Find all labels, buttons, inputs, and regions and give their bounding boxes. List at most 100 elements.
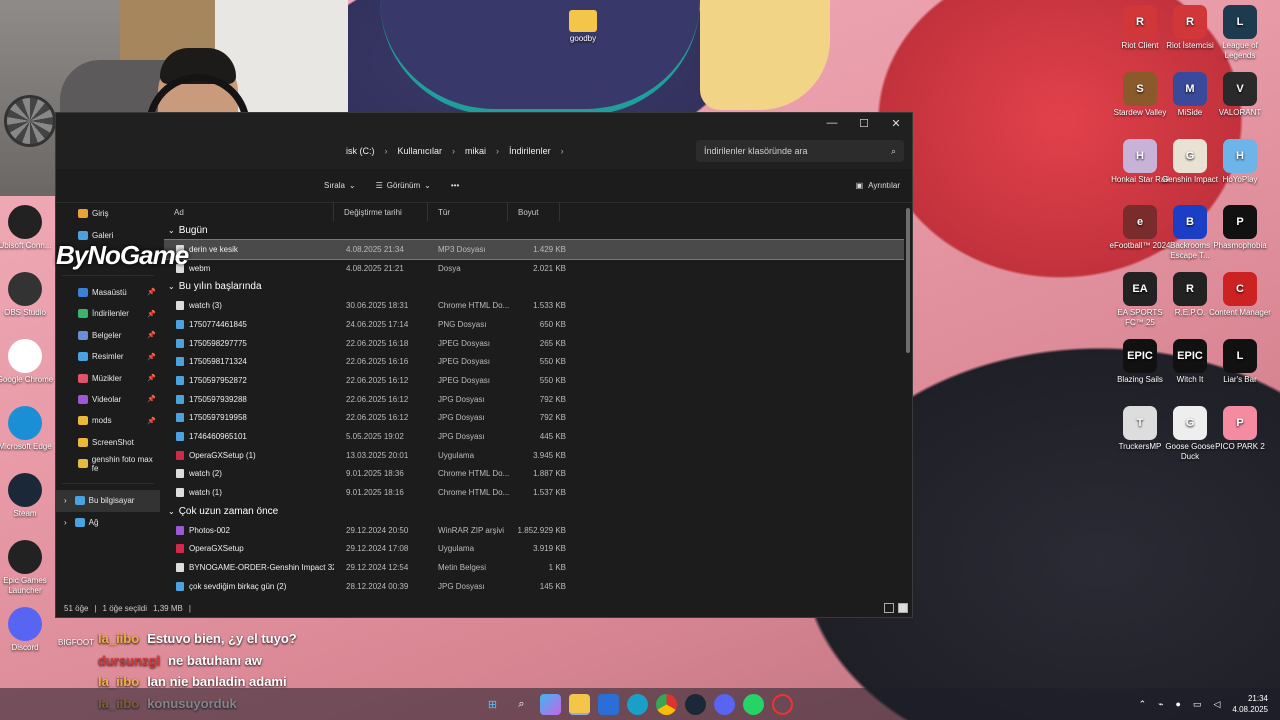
nav-item-i-ndirilenler[interactable]: İndirilenler 📌 (56, 303, 160, 324)
sort-button[interactable]: Sırala ⌄ (324, 181, 366, 190)
close-button[interactable]: ✕ (880, 117, 912, 130)
table-row[interactable]: 1750774461845 24.06.2025 17:14 PNG Dosyası… (164, 315, 904, 334)
folder-icon (78, 416, 88, 426)
file-date: 4.08.2025 21:21 (346, 263, 404, 273)
breadcrumb-drive[interactable]: isk (C:) (346, 146, 385, 156)
details-pane-button[interactable]: ▣ Ayrıntılar (856, 181, 900, 190)
nav-item-giri[interactable]: Giriş (56, 203, 160, 224)
table-row[interactable]: derin ve kesik 4.08.2025 21:34 MP3 Dosyası… (164, 239, 904, 260)
search-input[interactable]: İndirilenler klasöründe ara ⌕ (696, 140, 904, 162)
discord-icon[interactable] (714, 693, 735, 715)
desktop-icon-liar-s-bar[interactable]: L Liar's Bar (1209, 339, 1271, 385)
chevron-up-icon[interactable]: ⌃ (1139, 699, 1147, 710)
volume-icon[interactable]: ◁ (1213, 699, 1220, 710)
desktop-icon-league-of-legends[interactable]: L League of Legends (1209, 5, 1271, 61)
nav-item-m-zikler[interactable]: Müzikler 📌 (56, 367, 160, 388)
nav-item-bu-bilgisayar[interactable]: › Bu bilgisayar (56, 490, 160, 512)
desktop-icon-ubisoft-conn[interactable]: Ubisoft Conn... (0, 205, 56, 251)
desktop-icon-phasmophobia[interactable]: P Phasmophobia (1209, 205, 1271, 251)
group-header[interactable]: ⌄ Çok uzun zaman önce (164, 502, 904, 521)
file-type: JPG Dosyası (438, 432, 485, 442)
system-tray: ⌃ ⌁ ● ▭ ◁ 21:34 4.08.2025 (1139, 693, 1268, 715)
details-icon: ▣ (855, 181, 864, 190)
file-explorer-icon[interactable] (569, 693, 590, 715)
column-type[interactable]: Tür (428, 203, 508, 221)
file-type: JPEG Dosyası (438, 338, 491, 348)
file-type: JPG Dosyası (438, 413, 485, 423)
network-icon[interactable]: ⌁ (1158, 699, 1163, 710)
desktop-icon-microsoft-edge[interactable]: Microsoft Edge (0, 406, 56, 452)
table-row[interactable]: 1750598297775 22.06.2025 16:18 JPEG Dosyas… (164, 334, 904, 353)
nav-item-mods[interactable]: mods 📌 (56, 410, 160, 431)
maximize-button[interactable]: ☐ (848, 117, 880, 130)
desktop-icon-google-chrome[interactable]: Google Chrome (0, 339, 56, 385)
column-size[interactable]: Boyut (508, 203, 560, 221)
breadcrumb-downloads[interactable]: İndirilenler (499, 146, 561, 156)
breadcrumb-user[interactable]: mikai (455, 146, 496, 156)
file-date: 30.06.2025 18:31 (346, 301, 409, 311)
whatsapp-icon[interactable] (743, 693, 764, 715)
table-row[interactable]: watch (1) 9.01.2025 18:16 Chrome HTML Do..… (164, 483, 904, 502)
file-size: 3.919 KB (533, 544, 566, 554)
table-row[interactable]: 1750597919958 22.06.2025 16:12 JPG Dosyası… (164, 409, 904, 428)
file-icon (176, 544, 184, 554)
address-bar: isk (C:) › Kullanıcılar › mikai › İndirilen… (56, 133, 912, 169)
table-row[interactable]: 1750597939288 22.06.2025 16:12 JPG Dosyası… (164, 390, 904, 409)
table-row[interactable]: webm 4.08.2025 21:21 Dosya 2.021 KB (164, 259, 904, 278)
minimize-button[interactable]: — (816, 117, 848, 129)
column-name[interactable]: Ad (164, 203, 334, 221)
chrome-icon[interactable] (656, 693, 677, 715)
table-row[interactable]: OperaGXSetup 29.12.2024 17:08 Uygulama 3.91… (164, 540, 904, 559)
more-button[interactable]: ••• (441, 181, 469, 190)
table-row[interactable]: watch (3) 30.06.2025 18:31 Chrome HTML Do.… (164, 296, 904, 315)
nav-item-masa-st[interactable]: Masaüstü 📌 (56, 282, 160, 303)
desktop-icon-content-manager[interactable]: C Content Manager (1209, 272, 1271, 318)
table-row[interactable]: 1750598171324 22.06.2025 16:16 JPEG Dosyas… (164, 352, 904, 371)
desktop-icon-hoyoplay[interactable]: H HoYoPlay (1209, 138, 1271, 185)
view-button[interactable]: ☰ Görünüm ⌄ (366, 181, 441, 190)
file-date: 9.01.2025 18:36 (346, 469, 404, 479)
copilot-icon[interactable] (540, 693, 561, 715)
table-row[interactable]: 1750597952872 22.06.2025 16:12 JPEG Dosyas… (164, 371, 904, 390)
column-date[interactable]: Değiştirme tarihi (334, 203, 428, 221)
desktop-icon-epic-games-launcher[interactable]: Epic Games Launcher (0, 540, 56, 596)
display-icon[interactable]: ▭ (1193, 699, 1202, 710)
nav-item-videolar[interactable]: Videolar 📌 (56, 389, 160, 410)
clock[interactable]: 21:34 4.08.2025 (1232, 693, 1268, 715)
file-icon (176, 301, 184, 311)
table-row[interactable]: çok sevdiğim birkaç gün (2) 28.12.2024 00… (164, 577, 904, 596)
store-icon[interactable] (598, 693, 619, 715)
file-name: BYNOGAME-ORDER-Genshin Impact 328... (189, 563, 334, 573)
desktop-icon-obs-studio[interactable]: OBS Studio (0, 272, 56, 318)
desktop-icon-pico-park-2[interactable]: P PICO PARK 2 (1209, 405, 1271, 452)
scrollbar[interactable] (906, 208, 910, 353)
tiles-view-icon[interactable] (898, 603, 908, 613)
file-type: Uygulama (438, 544, 475, 554)
nav-item-belgeler[interactable]: Belgeler 📌 (56, 325, 160, 346)
table-row[interactable]: BYNOGAME-ORDER-Genshin Impact 328... 29.1… (164, 558, 904, 577)
desktop-folder-goodby[interactable]: goodby (552, 10, 614, 44)
table-row[interactable]: 1746460965101 5.05.2025 19:02 JPG Dosyası 4… (164, 427, 904, 446)
group-header[interactable]: ⌄ Bu yılın başlarında (164, 277, 904, 296)
microphone-icon[interactable]: ● (1176, 699, 1181, 709)
start-icon[interactable]: ⊞ (482, 694, 503, 715)
breadcrumb-users[interactable]: Kullanıcılar (388, 146, 453, 156)
file-name: 1746460965101 (189, 432, 247, 442)
details-view-icon[interactable] (884, 603, 894, 613)
nav-item-screenshot[interactable]: ScreenShot (56, 432, 160, 453)
opera-gx-icon[interactable] (772, 693, 793, 715)
steam-icon[interactable] (685, 693, 706, 715)
search-icon[interactable]: ⌕ (511, 694, 532, 715)
edge-icon[interactable] (627, 693, 648, 715)
file-name: 1750774461845 (189, 319, 247, 329)
desktop-icon-steam[interactable]: Steam (0, 473, 56, 519)
table-row[interactable]: watch (2) 9.01.2025 18:36 Chrome HTML Do..… (164, 465, 904, 484)
desktop-icon-valorant[interactable]: V VALORANT (1209, 71, 1271, 118)
nav-item-a[interactable]: › Ağ (56, 512, 160, 533)
table-row[interactable]: Photos-002 29.12.2024 20:50 WinRAR ZIP arş… (164, 521, 904, 540)
table-row[interactable]: OperaGXSetup (1) 13.03.2025 20:01 Uygulama… (164, 446, 904, 465)
selected-count: 1 öğe seçildi (102, 603, 148, 613)
nav-item-genshin-foto-max-fe[interactable]: genshin foto max fe (56, 453, 160, 474)
nav-item-resimler[interactable]: Resimler 📌 (56, 346, 160, 367)
group-header[interactable]: ⌄ Bugün (164, 221, 904, 240)
